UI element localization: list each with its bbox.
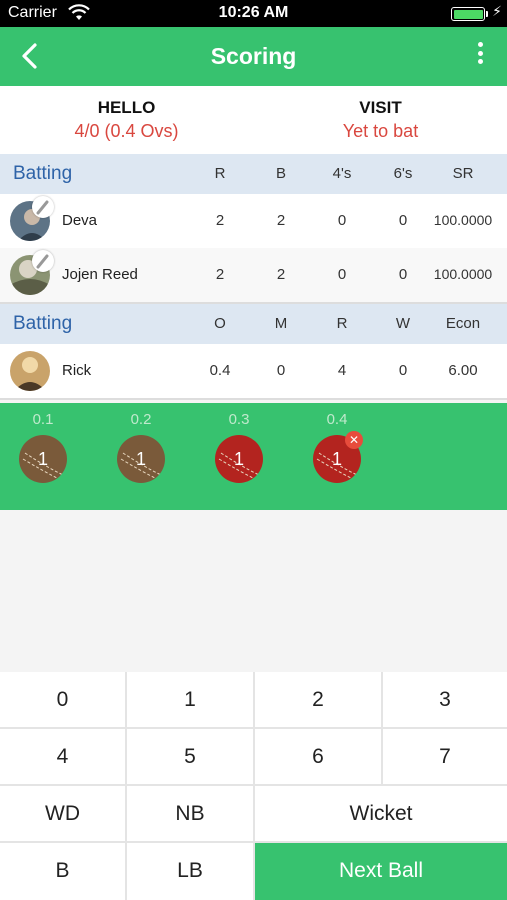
key-2[interactable]: 2 (255, 672, 381, 727)
key-3[interactable]: 3 (383, 672, 507, 727)
overs: 0.4 (209, 362, 231, 379)
fours: 0 (337, 212, 347, 229)
column-header: M (274, 315, 288, 332)
key-1[interactable]: 1 (127, 672, 253, 727)
charging-icon: ⚡ (492, 3, 502, 19)
balls: 2 (276, 212, 286, 229)
no-ball-button[interactable]: NB (127, 786, 253, 841)
balls: 2 (276, 266, 286, 283)
team-score: Yet to bat (342, 121, 419, 141)
navbar: Scoring (0, 27, 507, 86)
ball-runs: 1 (233, 449, 244, 469)
runs: 2 (215, 266, 225, 283)
ball-number: 0.3 (228, 411, 250, 428)
bye-button[interactable]: B (0, 843, 125, 900)
runs: 4 (337, 362, 347, 379)
key-0[interactable]: 0 (0, 672, 125, 727)
team-name: HELLO (97, 98, 156, 117)
ball-item[interactable]: 0.4 1 ✕ (307, 411, 367, 483)
section-title: Batting (13, 163, 73, 184)
column-header: R (336, 315, 348, 332)
runs: 2 (215, 212, 225, 229)
ball-circle: 1 (117, 435, 165, 483)
ball-number: 0.1 (32, 411, 54, 428)
section-title: Batting (13, 313, 73, 334)
column-header: 4's (332, 165, 352, 182)
column-header: W (395, 315, 411, 332)
battery-icon (451, 7, 485, 21)
ball-runs: 1 (37, 449, 48, 469)
team-away: VISIT Yet to bat (254, 98, 507, 142)
batsman-row[interactable]: Jojen Reed 2 2 0 0 100.0000 (0, 248, 507, 302)
scoring-keypad: 0 1 2 3 4 5 6 7 WD NB Wicket B LB Next B… (0, 672, 507, 900)
team-summary: HELLO 4/0 (0.4 Ovs) VISIT Yet to bat (0, 86, 507, 154)
column-header: O (214, 315, 226, 332)
wicket-button[interactable]: Wicket (255, 786, 507, 841)
key-5[interactable]: 5 (127, 729, 253, 784)
economy: 6.00 (448, 362, 478, 379)
ball-number: 0.4 (326, 411, 348, 428)
ball-runs: 1 (331, 449, 342, 469)
page-title: Scoring (210, 43, 297, 69)
next-ball-button[interactable]: Next Ball (255, 843, 507, 900)
column-header: 6's (393, 165, 413, 182)
ball-number: 0.2 (130, 411, 152, 428)
leg-bye-button[interactable]: LB (127, 843, 253, 900)
strike-rate: 100.0000 (433, 212, 493, 228)
player-name: Deva (62, 212, 98, 229)
key-6[interactable]: 6 (255, 729, 381, 784)
team-home: HELLO 4/0 (0.4 Ovs) (0, 98, 253, 142)
more-vertical-icon[interactable] (475, 42, 485, 72)
column-header: R (214, 165, 226, 182)
status-bar: Carrier 10:26 AM ⚡ (0, 0, 507, 27)
column-header: B (275, 165, 286, 182)
bowling-header: Batting O M R W Econ (0, 304, 507, 344)
ball-circle: 1 (19, 435, 67, 483)
current-over: 0.1 1 0.2 1 0.3 1 0.4 1 ✕ (0, 403, 507, 510)
key-7[interactable]: 7 (383, 729, 507, 784)
ball-item[interactable]: 0.2 1 (111, 411, 171, 483)
fours: 0 (337, 266, 347, 283)
key-4[interactable]: 4 (0, 729, 125, 784)
batting-header: Batting R B 4's 6's SR (0, 154, 507, 194)
wide-button[interactable]: WD (0, 786, 125, 841)
column-header: Econ (445, 315, 481, 332)
maidens: 0 (276, 362, 286, 379)
bat-icon (32, 250, 54, 272)
close-icon[interactable]: ✕ (345, 431, 363, 449)
battery-cap (486, 11, 488, 17)
clock: 10:26 AM (218, 4, 289, 21)
team-name: VISIT (359, 98, 402, 117)
ball-item[interactable]: 0.1 1 (13, 411, 73, 483)
ball-item[interactable]: 0.3 1 (209, 411, 269, 483)
team-score: 4/0 (0.4 Ovs) (74, 121, 179, 141)
bat-icon (32, 196, 54, 218)
avatar (10, 351, 50, 391)
batsman-row[interactable]: Deva 2 2 0 0 100.0000 (0, 194, 507, 248)
player-name: Jojen Reed (62, 266, 138, 283)
player-name: Rick (62, 362, 92, 379)
bowler-row[interactable]: Rick 0.4 0 4 0 6.00 (0, 344, 507, 398)
divider (0, 398, 507, 400)
ball-runs: 1 (135, 449, 146, 469)
wickets: 0 (398, 362, 408, 379)
strike-rate: 100.0000 (433, 266, 493, 282)
column-header: SR (452, 165, 474, 182)
ball-circle: 1 (215, 435, 263, 483)
